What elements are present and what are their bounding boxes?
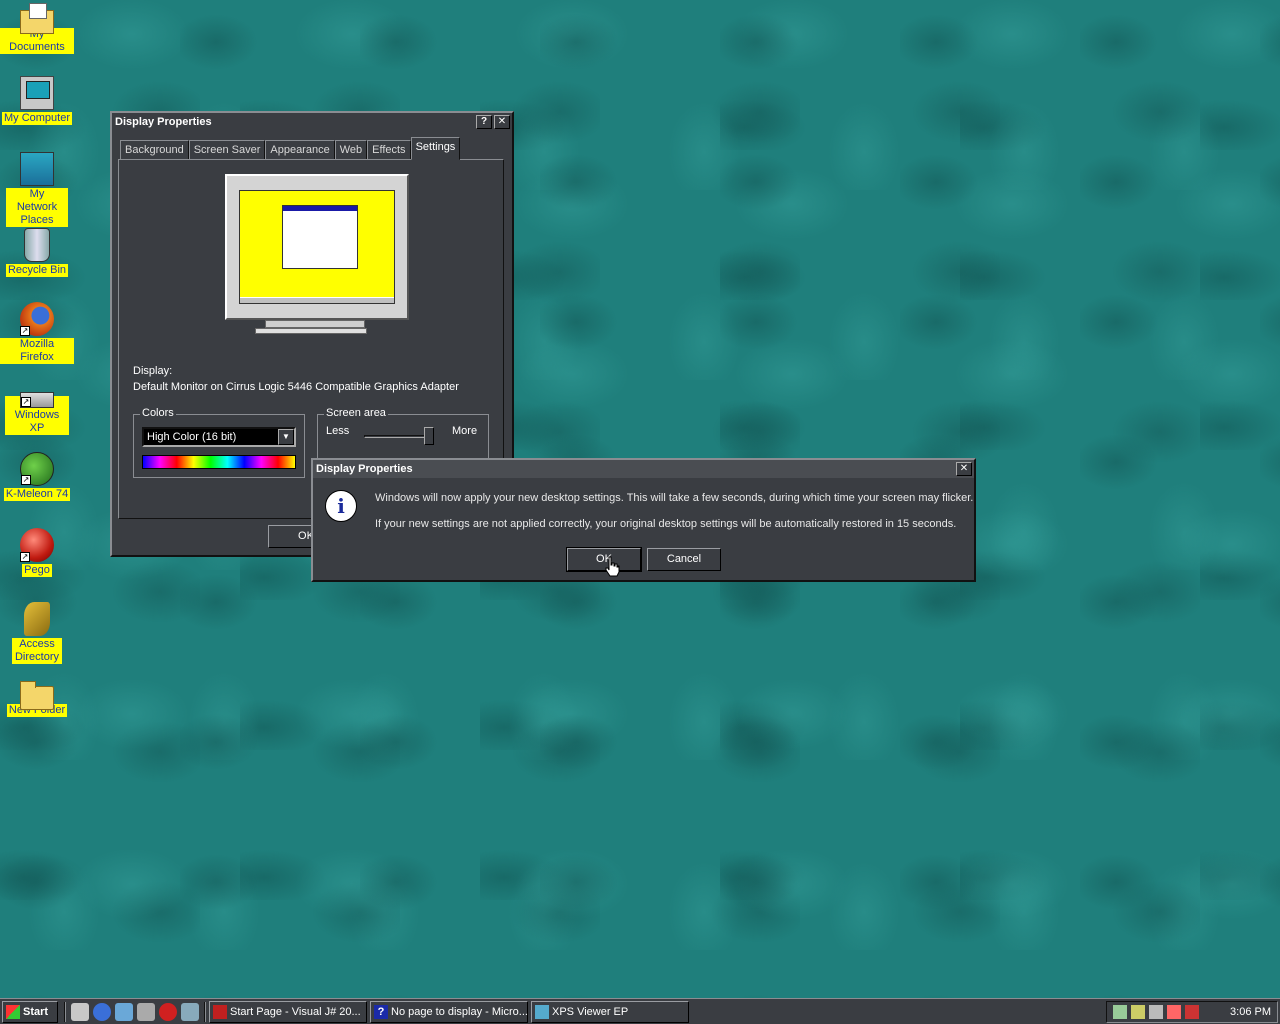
task-xps-viewer[interactable]: XPS Viewer EP <box>531 1000 689 1023</box>
dialog-close-button[interactable]: ✕ <box>956 462 972 476</box>
screen-area-slider-thumb[interactable] <box>424 427 434 445</box>
tab-settings[interactable]: Settings <box>410 137 461 160</box>
monitor-base <box>255 328 367 334</box>
desktop-icon-label: Access Directory <box>12 638 62 664</box>
monitor-preview-screen <box>239 190 395 304</box>
desktop-icon-windows-xp[interactable]: ↗ (E) Windows XP <box>0 378 74 435</box>
recycle-bin-icon <box>24 228 50 262</box>
pego-icon: ↗ <box>20 528 54 562</box>
shortcut-arrow-icon: ↗ <box>21 397 31 407</box>
desktop-icon-label: Pego <box>22 564 52 577</box>
drive-icon: ↗ <box>20 392 54 408</box>
desktop-icon-label: K-Meleon 74 <box>3 488 71 501</box>
task-label: No page to display - Micro... <box>391 1005 528 1018</box>
shortcut-arrow-icon: ↗ <box>20 326 30 336</box>
colors-dropdown-value: High Color (16 bit) <box>147 431 237 443</box>
tab-effects[interactable]: Effects <box>367 140 411 160</box>
tab-appearance[interactable]: Appearance <box>265 140 335 160</box>
desktop-icon-label: Mozilla Firefox <box>0 338 74 364</box>
tray-phone-icon[interactable] <box>1149 1004 1163 1019</box>
dialog-title-bar[interactable]: Display Properties ✕ <box>313 460 974 478</box>
colors-group: Colors High Color (16 bit) ▼ <box>133 407 305 478</box>
desktop-icon-label: Recycle Bin <box>5 264 69 277</box>
display-label: Display: <box>133 365 173 377</box>
taskbar-separator <box>64 1001 66 1022</box>
monitor-stand <box>265 320 365 328</box>
clock[interactable]: 3:06 PM <box>1219 1006 1271 1018</box>
desktop-icon-recycle-bin[interactable]: Recycle Bin <box>0 228 74 277</box>
media-icon[interactable] <box>159 1002 177 1021</box>
dialog-message-2: If your new settings are not applied cor… <box>375 518 957 530</box>
dialog-title: Display Properties <box>316 463 413 475</box>
help-button[interactable]: ? <box>476 115 492 129</box>
desktop-icon-my-computer[interactable]: My Computer <box>0 76 74 125</box>
task-label: XPS Viewer EP <box>552 1005 629 1018</box>
more-label: More <box>452 425 478 437</box>
desktop-icon-mozilla-firefox[interactable]: ↗ Mozilla Firefox <box>0 302 74 364</box>
dialog-cancel-button[interactable]: Cancel <box>647 548 721 571</box>
shortcut-arrow-icon: ↗ <box>20 552 30 562</box>
preview-window <box>282 205 358 269</box>
desktop-icon-my-network-places[interactable]: My Network Places <box>0 152 74 227</box>
desktop-icon-pego[interactable]: ↗ Pego <box>0 528 74 577</box>
taskbar-separator <box>204 1001 206 1022</box>
colors-dropdown[interactable]: High Color (16 bit) ▼ <box>142 427 296 447</box>
folder-icon <box>20 681 54 710</box>
start-label: Start <box>23 1005 49 1018</box>
monitor-preview <box>225 174 409 320</box>
tab-background[interactable]: Background <box>120 140 189 160</box>
taskbar: Start Start Page - Visual J# 20... ? No … <box>0 998 1280 1024</box>
less-label: Less <box>326 425 350 437</box>
window-title: Display Properties <box>115 116 212 128</box>
network-places-icon <box>20 152 54 186</box>
k-meleon-icon: ↗ <box>20 452 54 486</box>
keys-icon <box>24 602 50 636</box>
firefox-icon: ↗ <box>20 302 54 336</box>
desktop-icon-label: My Computer <box>1 112 73 125</box>
windows-logo-icon <box>6 1004 20 1019</box>
display-value: Default Monitor on Cirrus Logic 5446 Com… <box>133 381 459 393</box>
my-documents-icon <box>20 3 54 34</box>
tray-network-icon[interactable] <box>1113 1004 1127 1019</box>
task-label: Start Page - Visual J# 20... <box>230 1005 361 1018</box>
desktop-icon-label: My Network Places <box>6 188 68 227</box>
preview-taskbar <box>240 297 394 303</box>
my-computer-icon <box>20 76 54 110</box>
dialog-message-1: Windows will now apply your new desktop … <box>375 492 974 504</box>
color-spectrum-bar <box>142 455 296 469</box>
tab-screen-saver[interactable]: Screen Saver <box>188 140 266 160</box>
tray-color-icon[interactable] <box>1167 1004 1181 1019</box>
task-visual-j-sharp[interactable]: Start Page - Visual J# 20... <box>209 1000 367 1023</box>
tab-strip: Background Screen Saver Appearance Web E… <box>120 137 461 160</box>
visual-studio-icon <box>213 1004 227 1019</box>
task-no-page[interactable]: ? No page to display - Micro... <box>370 1000 528 1023</box>
show-desktop-icon[interactable] <box>71 1002 89 1021</box>
screen-area-slider-track[interactable] <box>364 435 432 438</box>
desktop-icon-new-folder[interactable]: New Folder <box>0 678 74 717</box>
start-button[interactable]: Start <box>2 1000 58 1023</box>
title-bar[interactable]: Display Properties ? ✕ <box>112 113 512 131</box>
hand-cursor-icon <box>604 556 620 578</box>
quick-launch-icon[interactable] <box>181 1002 199 1021</box>
xps-viewer-icon <box>535 1004 549 1019</box>
explorer-icon[interactable] <box>137 1002 155 1021</box>
desktop-icon-k-meleon[interactable]: ↗ K-Meleon 74 <box>0 452 74 501</box>
chevron-down-icon[interactable]: ▼ <box>278 429 294 445</box>
close-button[interactable]: ✕ <box>494 115 510 129</box>
desktop-icon-my-documents[interactable]: My Documents <box>0 2 74 54</box>
desktop-icon-access-directory[interactable]: Access Directory <box>0 602 74 664</box>
confirm-dialog: Display Properties ✕ i Windows will now … <box>311 458 976 582</box>
help-icon: ? <box>374 1004 388 1019</box>
tab-web[interactable]: Web <box>334 140 368 160</box>
shortcut-arrow-icon: ↗ <box>21 475 31 485</box>
screen-area-legend: Screen area <box>324 407 388 419</box>
tray-app-icon[interactable] <box>1131 1004 1145 1019</box>
info-icon: i <box>325 490 357 522</box>
tray-mail-icon[interactable] <box>1185 1004 1199 1019</box>
system-tray: 3:06 PM <box>1106 1000 1278 1023</box>
outlook-icon[interactable] <box>115 1002 133 1021</box>
internet-explorer-icon[interactable] <box>93 1002 111 1021</box>
colors-legend: Colors <box>140 407 176 419</box>
